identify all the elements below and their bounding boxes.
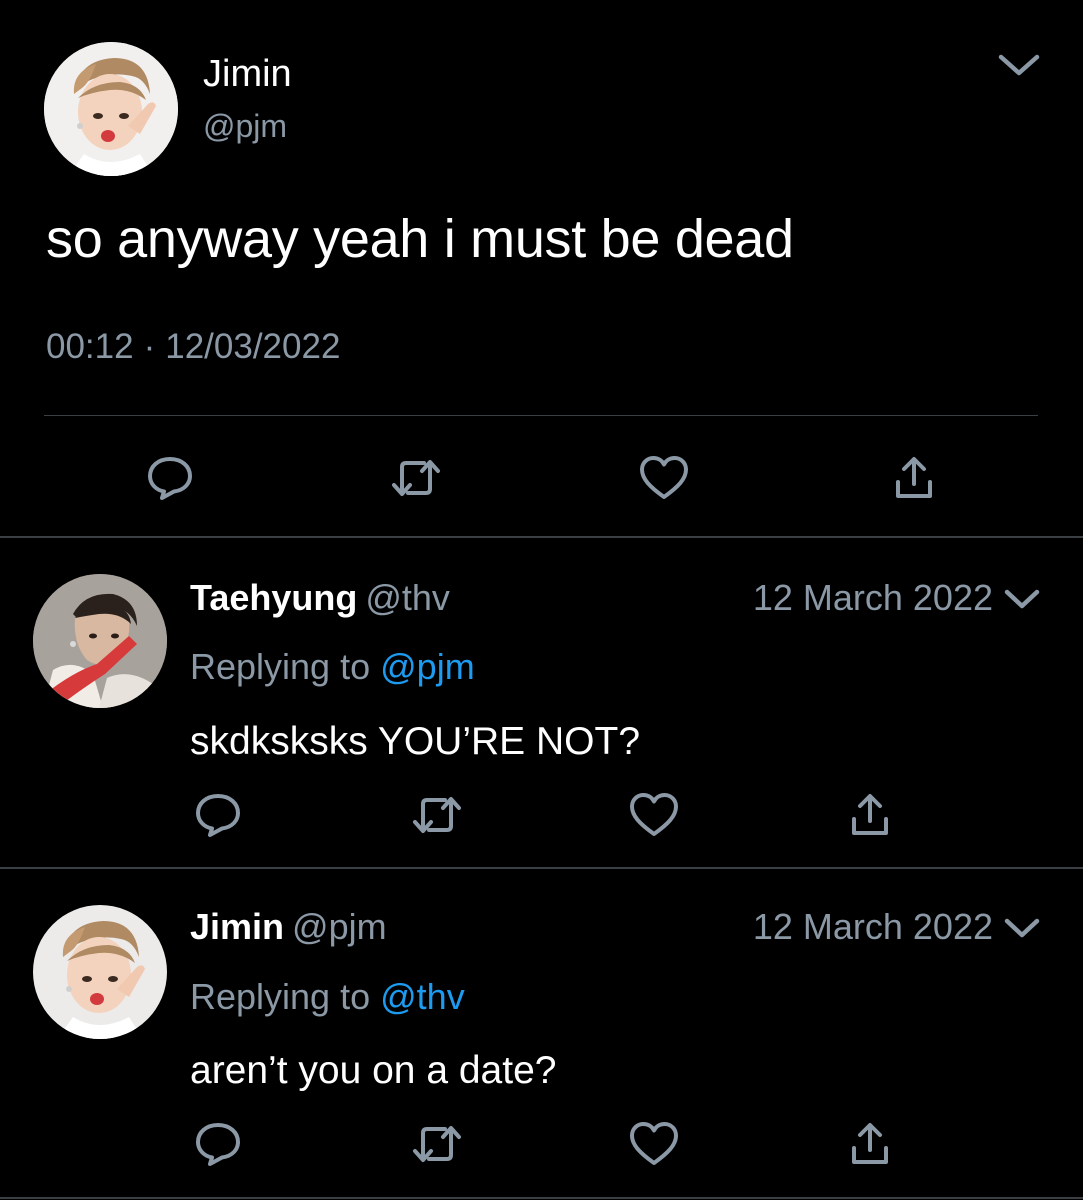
mention-link[interactable]: @thv [380,976,465,1017]
retweet-icon[interactable] [386,448,446,508]
like-icon[interactable] [624,785,684,845]
reply-text: aren’t you on a date? [190,1049,557,1092]
reply-icon[interactable] [188,1114,248,1174]
meta-separator: · [143,327,156,366]
chevron-down-icon[interactable] [1002,913,1042,943]
display-name[interactable]: Taehyung [190,577,357,618]
user-handle[interactable]: @pjm [292,906,387,947]
avatar-image [33,574,167,708]
share-icon[interactable] [840,785,900,845]
like-icon[interactable] [634,448,694,508]
divider [0,1197,1083,1199]
tweet-date[interactable]: 12/03/2022 [165,327,340,366]
avatar-image [44,42,178,176]
replying-to: Replying to @thv [190,975,465,1019]
user-handle[interactable]: @pjm [203,106,287,146]
avatar-image [33,905,167,1039]
tweet-text: so anyway yeah i must be dead [46,209,794,269]
display-name[interactable]: Jimin [190,906,284,947]
reply-tweet: Taehyung @thv 12 March 2022 Replying to @… [0,538,1083,868]
reply-header: Jimin @pjm [190,905,387,949]
reply-date[interactable]: 12 March 2022 [753,576,993,620]
avatar[interactable] [33,574,167,708]
replying-to-label: Replying to [190,646,371,687]
chevron-down-icon[interactable] [996,48,1042,82]
mention-link[interactable]: @pjm [380,646,475,687]
user-handle[interactable]: @thv [365,577,450,618]
reply-header: Taehyung @thv [190,576,450,620]
chevron-down-icon[interactable] [1002,584,1042,614]
main-tweet: Jimin @pjm so anyway yeah i must be dead… [0,0,1083,538]
reply-icon[interactable] [140,448,200,508]
share-icon[interactable] [840,1114,900,1174]
retweet-icon[interactable] [407,785,467,845]
tweet-timestamp: 00:12 · 12/03/2022 [46,325,340,369]
replying-to-label: Replying to [190,976,371,1017]
reply-date[interactable]: 12 March 2022 [753,905,993,949]
like-icon[interactable] [624,1114,684,1174]
replying-to: Replying to @pjm [190,645,475,689]
retweet-icon[interactable] [407,1114,467,1174]
reply-icon[interactable] [188,785,248,845]
divider [44,415,1038,416]
reply-tweet: Jimin @pjm 12 March 2022 Replying to @thv… [0,869,1083,1200]
avatar[interactable] [44,42,178,176]
reply-text: skdksksks YOU’RE NOT? [190,720,641,763]
avatar[interactable] [33,905,167,1039]
share-icon[interactable] [884,448,944,508]
tweet-time[interactable]: 00:12 [46,327,134,366]
display-name[interactable]: Jimin [203,52,292,96]
